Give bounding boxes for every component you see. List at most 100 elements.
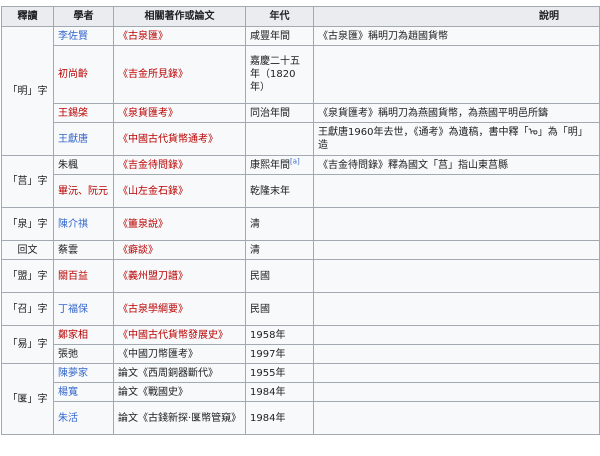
- work-text: 論文《西周銅器斷代》: [118, 367, 218, 379]
- era-cell: 民國: [245, 259, 314, 293]
- note-cell: [313, 344, 600, 364]
- era-text: 1997年: [250, 348, 286, 360]
- work-cell: 《吉金待問錄》: [113, 155, 246, 175]
- header-row: 釋讀 學者 相關著作或論文 年代 說明: [1, 6, 600, 27]
- era-cell: 清: [245, 207, 314, 241]
- note-cell: [313, 401, 600, 435]
- work-text: 論文《古錢新探·匽幣管窺》: [118, 412, 242, 424]
- work-link[interactable]: 《簠泉說》: [118, 219, 168, 230]
- scholar-cell: 陳夢家: [53, 363, 114, 383]
- table-row: 「泉」字 陳介祺 《簠泉說》 清: [1, 207, 600, 241]
- work-link[interactable]: 《古泉學綱要》: [118, 304, 188, 315]
- reading-cell: 「盟」字: [1, 259, 54, 293]
- work-link[interactable]: 《山左金石錄》: [118, 186, 188, 197]
- work-cell: 《中國刀幣匯考》: [113, 344, 246, 364]
- note-text: 《吉金待問錄》釋為國文「莒」指山東莒縣: [318, 159, 508, 171]
- work-link[interactable]: 《吉金待問錄》: [118, 160, 188, 171]
- era-cell: 1984年: [245, 401, 314, 435]
- scholar-link[interactable]: 朱活: [58, 413, 78, 424]
- era-text: 1958年: [250, 329, 286, 341]
- work-cell: 《泉貨匯考》: [113, 103, 246, 123]
- work-cell: 論文《戰國史》: [113, 382, 246, 402]
- scholar-link[interactable]: 李佐賢: [58, 31, 88, 42]
- era-text: 民國: [250, 270, 270, 282]
- work-cell: 論文《西周銅器斷代》: [113, 363, 246, 383]
- work-link[interactable]: 《癖談》: [118, 245, 158, 256]
- scholar-link[interactable]: 初尚齡: [58, 69, 88, 80]
- table-row: 「召」字 丁福保 《古泉學綱要》 民國: [1, 292, 600, 326]
- work-cell: 《義州盟刀譜》: [113, 259, 246, 293]
- era-text: 民國: [250, 303, 270, 315]
- table-row: 王獻唐 《中國古代貨幣通考》 王獻唐1960年去世，《通考》為遺稿，書中釋「ᠣ」為「…: [2, 122, 600, 156]
- era-text: 1984年: [250, 386, 286, 398]
- note-cell: 《古泉匯》稱明刀為趙國貨幣: [313, 26, 600, 46]
- scholar-cell: 李佐賢: [53, 26, 114, 46]
- work-link[interactable]: 《古泉匯》: [118, 31, 168, 42]
- header-era: 年代: [245, 6, 314, 27]
- work-link[interactable]: 《泉貨匯考》: [118, 108, 178, 119]
- table-body: 「明」字 李佐賢 《古泉匯》 咸豐年間 《古泉匯》稱明刀為趙國貨幣 初尚齡 《吉金所見錄》 嘉…: [1, 26, 600, 435]
- work-cell: 《古泉學綱要》: [113, 292, 246, 326]
- work-cell: 《吉金所見錄》: [113, 45, 246, 104]
- table-row: 「盟」字 關百益 《義州盟刀譜》 民國: [1, 259, 600, 293]
- scholar-link[interactable]: 陳介祺: [58, 219, 88, 230]
- scholar-link[interactable]: 楊寬: [58, 387, 78, 398]
- work-link[interactable]: 《中國古代貨幣通考》: [118, 134, 218, 145]
- work-cell: 《中國古代貨幣發展史》: [113, 325, 246, 345]
- scholar-link[interactable]: 丁福保: [58, 304, 88, 315]
- era-cell: 1955年: [245, 363, 314, 383]
- work-cell: 《簠泉說》: [113, 207, 246, 241]
- scholar-text: 蔡雲: [58, 244, 78, 256]
- reading-cell: 「泉」字: [1, 207, 54, 241]
- note-cell: [313, 292, 600, 326]
- era-text: 1984年: [250, 412, 286, 424]
- era-text: 清: [250, 244, 260, 256]
- scholar-text: 張弛: [58, 348, 78, 360]
- era-cell: 清: [245, 240, 314, 260]
- reading-cell: 回文: [1, 240, 54, 260]
- footnote-link[interactable]: [a]: [290, 157, 300, 165]
- work-cell: 《古泉匯》: [113, 26, 246, 46]
- era-cell: 咸豐年間: [245, 26, 314, 46]
- table-row: 楊寬 論文《戰國史》 1984年: [2, 382, 600, 402]
- work-link[interactable]: 《義州盟刀譜》: [118, 271, 188, 282]
- scholar-link[interactable]: 鄭家相: [58, 330, 88, 341]
- note-cell: 《泉貨匯考》稱明刀為燕國貨幣，為燕國平明邑所鑄: [313, 103, 600, 123]
- table-row: 朱活 論文《古錢新探·匽幣管窺》 1984年: [2, 401, 600, 435]
- era-cell: 1997年: [245, 344, 314, 364]
- era-text: 同治年間: [250, 107, 290, 119]
- scholar-cell: 朱活: [53, 401, 114, 435]
- scholar-link[interactable]: 畢沅、阮元: [58, 186, 108, 197]
- header-note: 說明: [313, 6, 600, 27]
- scholar-cell: 楊寬: [53, 382, 114, 402]
- work-text: 《中國刀幣匯考》: [118, 348, 198, 360]
- note-cell: [313, 325, 600, 345]
- era-cell: 1984年: [245, 382, 314, 402]
- note-cell: 王獻唐1960年去世，《通考》為遺稿，書中釋「ᠣ」為「明」造: [313, 122, 600, 156]
- scholar-cell: 丁福保: [53, 292, 114, 326]
- work-text: 論文《戰國史》: [118, 386, 188, 398]
- scholar-link[interactable]: 王獻唐: [58, 134, 88, 145]
- note-cell: 《吉金待問錄》釋為國文「莒」指山東莒縣: [313, 155, 600, 175]
- note-text: 《泉貨匯考》稱明刀為燕國貨幣，為燕國平明邑所鑄: [318, 107, 548, 119]
- era-cell: 乾隆末年: [245, 174, 314, 208]
- scholar-link[interactable]: 王錫棨: [58, 108, 88, 119]
- work-link[interactable]: 《吉金所見錄》: [118, 69, 188, 80]
- reading-cell: 「易」字: [1, 325, 54, 364]
- note-cell: [313, 45, 600, 104]
- scholar-cell: 初尚齡: [53, 45, 114, 104]
- era-text: 乾隆末年: [250, 185, 290, 197]
- scholar-link[interactable]: 陳夢家: [58, 368, 88, 379]
- work-cell: 《山左金石錄》: [113, 174, 246, 208]
- scholar-link[interactable]: 關百益: [58, 271, 88, 282]
- era-cell: 同治年間: [245, 103, 314, 123]
- table-row: 「匽」字 陳夢家 論文《西周銅器斷代》 1955年: [1, 363, 600, 435]
- table-row: 張弛 《中國刀幣匯考》 1997年: [2, 344, 600, 364]
- note-cell: [313, 240, 600, 260]
- scholar-cell: 王獻唐: [53, 122, 114, 156]
- note-cell: [313, 207, 600, 241]
- era-cell: [245, 122, 314, 156]
- work-link[interactable]: 《中國古代貨幣發展史》: [118, 330, 228, 341]
- scholar-cell: 關百益: [53, 259, 114, 293]
- era-text: 咸豐年間: [250, 30, 290, 42]
